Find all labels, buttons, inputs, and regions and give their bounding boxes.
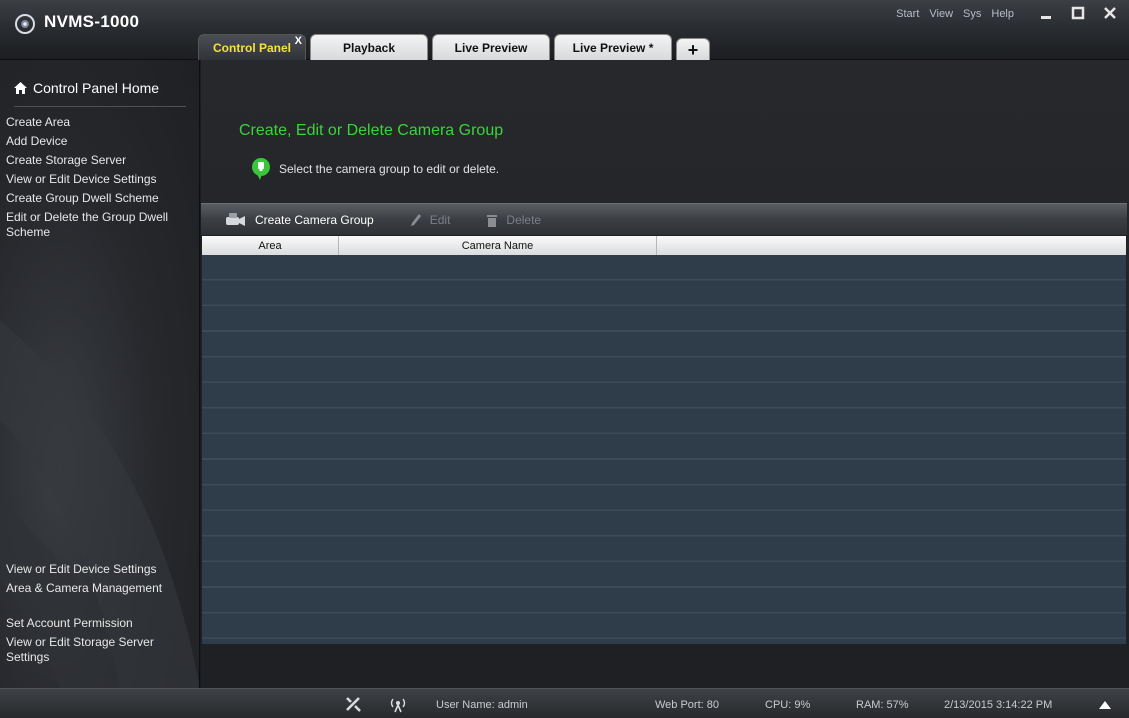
sidebar: Control Panel Home Create Area Add Devic… bbox=[0, 60, 200, 688]
status-username: User Name: admin bbox=[436, 699, 528, 711]
sidebar-item-set-account-permission[interactable]: Set Account Permission bbox=[6, 614, 199, 633]
tab-label: Control Panel bbox=[213, 40, 292, 55]
sidebar-item-create-area[interactable]: Create Area bbox=[6, 113, 198, 132]
tab-live-preview-2[interactable]: Live Preview * bbox=[554, 34, 673, 60]
tab-label: Playback bbox=[342, 40, 396, 55]
expand-up-button[interactable] bbox=[1099, 700, 1111, 712]
tab-close-icon[interactable]: X bbox=[295, 35, 302, 47]
sidebar-bottom-list: View or Edit Device Settings Area & Came… bbox=[6, 560, 199, 667]
close-button[interactable] bbox=[1101, 4, 1119, 22]
sidebar-item-edit-delete-group-dwell[interactable]: Edit or Delete the Group Dwell Scheme bbox=[6, 208, 176, 242]
app-title: NVMS-1000 bbox=[44, 12, 140, 31]
home-label: Control Panel Home bbox=[33, 80, 160, 96]
camera-group-table: Area Camera Name bbox=[201, 235, 1127, 645]
create-label: Create Camera Group bbox=[255, 212, 374, 227]
sidebar-item-area-camera-management[interactable]: Area & Camera Management bbox=[6, 579, 199, 598]
home-icon bbox=[14, 82, 27, 94]
maximize-button[interactable] bbox=[1069, 4, 1087, 22]
menu-start[interactable]: Start bbox=[896, 8, 919, 20]
main-panel: Create, Edit or Delete Camera Group Sele… bbox=[201, 60, 1129, 688]
divider bbox=[14, 106, 186, 107]
sidebar-item-create-group-dwell[interactable]: Create Group Dwell Scheme bbox=[6, 189, 198, 208]
maximize-icon bbox=[1071, 6, 1085, 20]
add-tab-button[interactable]: + bbox=[676, 38, 711, 60]
menu-sys[interactable]: Sys bbox=[963, 8, 981, 20]
menu-view[interactable]: View bbox=[929, 8, 953, 20]
tab-control-panel[interactable]: Control Panel X bbox=[198, 34, 307, 60]
title-bar: NVMS-1000 Start View Sys Help Control Pa… bbox=[0, 0, 1129, 60]
sidebar-item-view-edit-device-settings-2[interactable]: View or Edit Device Settings bbox=[6, 560, 199, 579]
close-icon bbox=[1104, 7, 1116, 19]
table-rows-area[interactable] bbox=[202, 255, 1126, 644]
tab-bar: Control Panel X Playback Live Preview Li… bbox=[198, 32, 711, 60]
tab-playback[interactable]: Playback bbox=[310, 34, 429, 60]
delete-button[interactable]: Delete bbox=[486, 213, 541, 227]
status-ram: RAM: 57% bbox=[856, 699, 909, 711]
tab-live-preview[interactable]: Live Preview bbox=[432, 34, 551, 60]
create-camera-group-button[interactable]: Create Camera Group bbox=[225, 212, 374, 228]
sidebar-item-view-edit-device-settings[interactable]: View or Edit Device Settings bbox=[6, 170, 198, 189]
alarm-signal-icon[interactable] bbox=[389, 695, 407, 716]
tab-label: Live Preview bbox=[454, 40, 528, 55]
menu-help[interactable]: Help bbox=[991, 8, 1014, 20]
top-menu: Start View Sys Help bbox=[896, 8, 1014, 20]
tab-label: Live Preview * bbox=[572, 40, 654, 55]
sidebar-item-view-edit-storage-server[interactable]: View or Edit Storage Server Settings bbox=[6, 633, 166, 667]
pencil-icon bbox=[410, 213, 421, 226]
camera-group-icon bbox=[226, 212, 245, 226]
info-bubble-icon bbox=[252, 158, 270, 180]
table-header: Area Camera Name bbox=[202, 236, 1126, 255]
column-header-empty bbox=[657, 236, 1126, 255]
sidebar-top-list: Create Area Add Device Create Storage Se… bbox=[6, 113, 198, 242]
tools-icon[interactable] bbox=[344, 695, 364, 716]
minimize-button[interactable] bbox=[1037, 4, 1055, 22]
app-logo-icon bbox=[14, 13, 36, 35]
status-bar: User Name: admin Web Port: 80 CPU: 9% RA… bbox=[0, 688, 1129, 718]
status-web-port: Web Port: 80 bbox=[655, 699, 719, 711]
sidebar-item-create-storage-server[interactable]: Create Storage Server bbox=[6, 151, 198, 170]
column-header-camera-name[interactable]: Camera Name bbox=[339, 236, 657, 255]
page-title: Create, Edit or Delete Camera Group bbox=[239, 122, 504, 139]
edit-label: Edit bbox=[429, 212, 451, 227]
control-panel-home-link[interactable]: Control Panel Home bbox=[14, 80, 159, 96]
hint-row: Select the camera group to edit or delet… bbox=[251, 158, 499, 180]
triangle-up-icon bbox=[1099, 701, 1111, 709]
column-header-area[interactable]: Area bbox=[202, 236, 339, 255]
sidebar-item-add-device[interactable]: Add Device bbox=[6, 132, 198, 151]
delete-label: Delete bbox=[506, 212, 542, 227]
edit-button[interactable]: Edit bbox=[410, 212, 451, 227]
status-cpu: CPU: 9% bbox=[765, 699, 811, 711]
minimize-icon bbox=[1041, 16, 1051, 19]
window-controls bbox=[1037, 4, 1119, 22]
status-datetime: 2/13/2015 3:14:22 PM bbox=[944, 699, 1053, 711]
hint-text: Select the camera group to edit or delet… bbox=[279, 162, 500, 176]
trash-icon bbox=[487, 214, 498, 227]
toolbar: Create Camera Group Edit Delete bbox=[201, 203, 1127, 235]
